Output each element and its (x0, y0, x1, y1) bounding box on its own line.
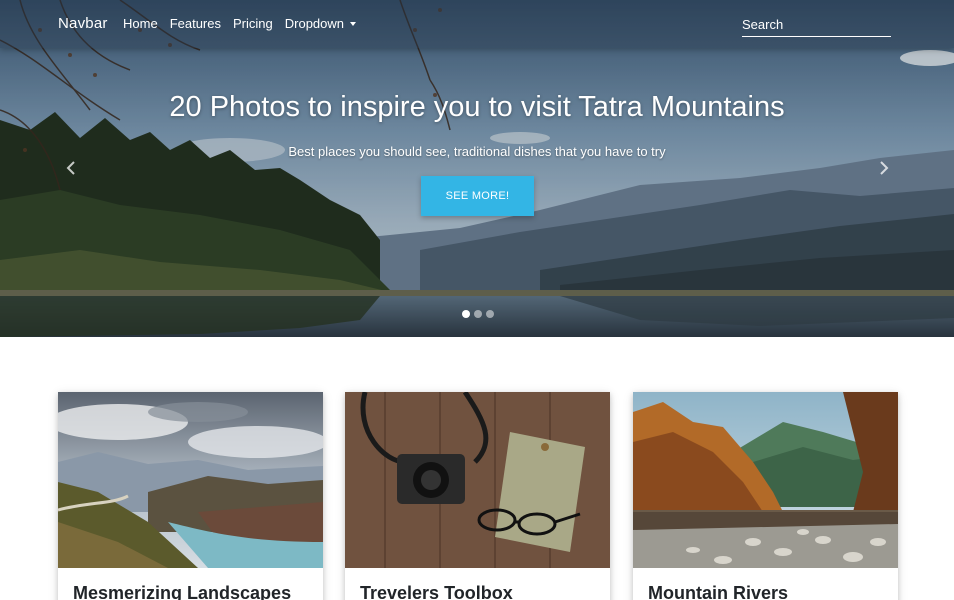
nav-link-dropdown[interactable]: Dropdown (284, 16, 357, 31)
chevron-left-icon[interactable] (64, 158, 78, 178)
nav-link-home[interactable]: Home (123, 16, 158, 31)
card-landscapes[interactable]: Mesmerizing Landscapes (58, 392, 323, 600)
carousel-indicators (462, 310, 494, 318)
card-title: Mountain Rivers (648, 583, 789, 600)
nav-link-features[interactable]: Features (170, 16, 221, 31)
hero-carousel: Navbar Home Features Pricing Dropdown 20… (0, 0, 954, 337)
search-field (742, 13, 891, 37)
card-image-rivers (633, 392, 898, 568)
nav-links: Home Features Pricing Dropdown (123, 16, 357, 31)
card-rivers[interactable]: Mountain Rivers (633, 392, 898, 600)
card-image-landscapes (58, 392, 323, 568)
dropdown-label: Dropdown (284, 16, 345, 31)
card-title: Mesmerizing Landscapes (73, 583, 292, 600)
hero-title: 20 Photos to inspire you to visit Tatra … (169, 91, 785, 123)
card-toolbox[interactable]: Trevelers Toolbox (345, 392, 610, 600)
see-more-button[interactable]: SEE MORE! (421, 176, 534, 216)
nav-link-pricing[interactable]: Pricing (233, 16, 273, 31)
navbar-brand[interactable]: Navbar (58, 15, 108, 32)
caret-down-icon (350, 22, 357, 26)
carousel-indicator-3[interactable] (486, 310, 494, 318)
search-input[interactable] (742, 13, 891, 35)
card-image-toolbox (345, 392, 610, 568)
carousel-indicator-1[interactable] (462, 310, 470, 318)
chevron-right-icon[interactable] (877, 158, 891, 178)
card-grid: Mesmerizing Landscapes Trevelers Toolbox… (58, 392, 898, 600)
hero-overlay (0, 0, 954, 337)
carousel-indicator-2[interactable] (474, 310, 482, 318)
hero-subtitle: Best places you should see, traditional … (288, 144, 666, 159)
navbar: Navbar Home Features Pricing Dropdown (0, 0, 954, 48)
card-title: Trevelers Toolbox (360, 583, 513, 600)
